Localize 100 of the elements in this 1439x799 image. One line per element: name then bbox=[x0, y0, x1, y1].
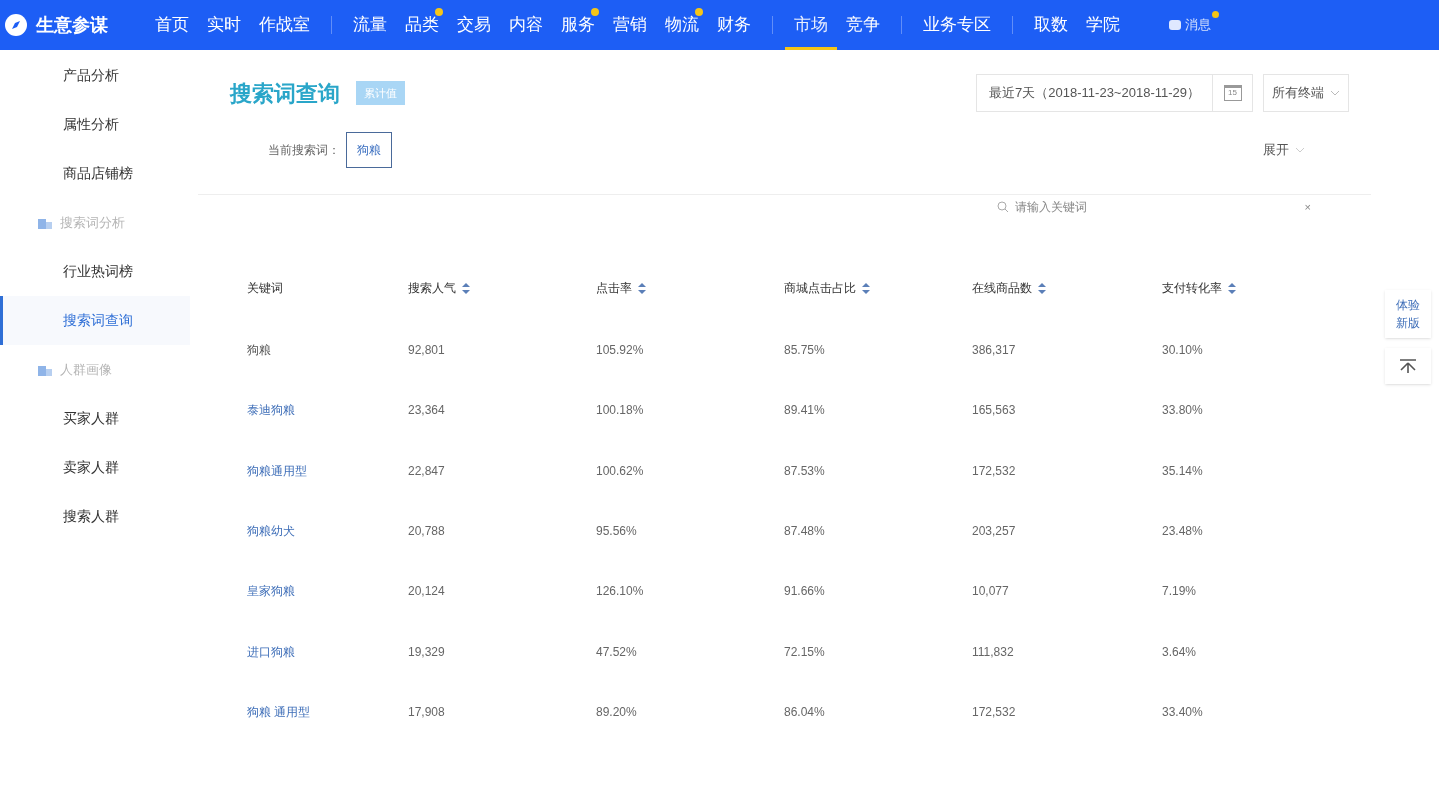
current-term-tag[interactable]: 狗粮 bbox=[346, 132, 392, 168]
terminal-dropdown[interactable]: 所有终端 bbox=[1263, 74, 1349, 112]
sort-icon[interactable] bbox=[1228, 282, 1236, 294]
nav-tab[interactable]: 财务 bbox=[708, 0, 760, 50]
brand-name[interactable]: 生意参谋 bbox=[36, 11, 108, 39]
table-cell: 33.40% bbox=[1162, 704, 1203, 719]
current-term-label: 当前搜索词： bbox=[268, 142, 340, 159]
table-cell: 172,532 bbox=[972, 463, 1016, 478]
table-cell: 3.64% bbox=[1162, 644, 1197, 659]
table-cell: 111,832 bbox=[972, 644, 1014, 659]
sidebar-section-label: 人群画像 bbox=[60, 360, 112, 379]
nav-tab[interactable]: 内容 bbox=[500, 0, 552, 50]
table-cell: 85.75% bbox=[784, 343, 825, 358]
sidebar-item[interactable]: 产品分析 bbox=[0, 51, 190, 100]
nav-tab[interactable]: 服务 bbox=[552, 0, 604, 50]
nav-tab[interactable]: 实时 bbox=[198, 0, 250, 50]
chevron-down-icon bbox=[1330, 90, 1340, 96]
table-cell: 105.92% bbox=[596, 343, 644, 358]
table-cell: 23.48% bbox=[1162, 524, 1203, 539]
back-to-top-icon[interactable] bbox=[1399, 359, 1417, 373]
column-header[interactable]: 支付转化率 bbox=[1162, 279, 1222, 297]
page-title: 搜索词查询 bbox=[230, 79, 340, 108]
table-cell: 100.18% bbox=[596, 403, 644, 418]
table-cell: 95.56% bbox=[596, 524, 637, 539]
table-cell: 19,329 bbox=[408, 644, 445, 659]
building-icon bbox=[38, 216, 52, 229]
keyword-link[interactable]: 狗粮通用型 bbox=[247, 463, 307, 478]
table-cell: 126.10% bbox=[596, 584, 644, 599]
table-cell: 72.15% bbox=[784, 644, 825, 659]
search-icon bbox=[997, 201, 1009, 213]
table-cell: 100.62% bbox=[596, 463, 644, 478]
chevron-down-icon bbox=[1295, 147, 1305, 153]
nav-tab[interactable]: 学院 bbox=[1077, 0, 1129, 50]
nav-tab[interactable]: 品类 bbox=[396, 0, 448, 50]
table-cell: 22,847 bbox=[408, 463, 445, 478]
nav-tab[interactable]: 首页 bbox=[146, 0, 198, 50]
table-cell: 92,801 bbox=[408, 343, 445, 358]
table-cell: 20,788 bbox=[408, 524, 445, 539]
nav-tab[interactable]: 营销 bbox=[604, 0, 656, 50]
column-header[interactable]: 点击率 bbox=[596, 279, 632, 297]
table-cell: 33.80% bbox=[1162, 403, 1203, 418]
nav-tab[interactable]: 流量 bbox=[344, 0, 396, 50]
nav-tab[interactable]: 竞争 bbox=[837, 0, 889, 50]
sidebar-section-label: 搜索词分析 bbox=[60, 213, 125, 232]
table-cell: 10,077 bbox=[972, 584, 1009, 599]
value-type-tag: 累计值 bbox=[356, 80, 405, 106]
sidebar-item[interactable]: 卖家人群 bbox=[0, 443, 190, 492]
sort-icon[interactable] bbox=[1038, 282, 1046, 294]
table-cell: 87.48% bbox=[784, 524, 825, 539]
nav-tab[interactable]: 物流 bbox=[656, 0, 708, 50]
nav-tab[interactable]: 取数 bbox=[1025, 0, 1077, 50]
sort-icon[interactable] bbox=[862, 282, 870, 294]
table-cell: 7.19% bbox=[1162, 584, 1197, 599]
column-header: 关键词 bbox=[247, 280, 283, 297]
building-icon bbox=[38, 363, 52, 376]
table-cell: 17,908 bbox=[408, 704, 445, 719]
sidebar-item[interactable]: 搜索词查询 bbox=[0, 296, 190, 345]
clear-button[interactable]: × bbox=[1304, 198, 1311, 216]
sidebar-item[interactable]: 行业热词榜 bbox=[0, 247, 190, 296]
keyword-link[interactable]: 皇家狗粮 bbox=[247, 584, 295, 599]
messages-link[interactable]: 消息 bbox=[1169, 15, 1211, 35]
table-cell: 89.41% bbox=[784, 403, 825, 418]
column-header[interactable]: 搜索人气 bbox=[408, 279, 456, 297]
keyword-link[interactable]: 狗粮 通用型 bbox=[247, 704, 311, 719]
table-cell: 20,124 bbox=[408, 584, 445, 599]
table-cell: 172,532 bbox=[972, 704, 1016, 719]
calendar-icon[interactable]: 15 bbox=[1223, 85, 1242, 101]
nav-tab-active[interactable]: 市场 bbox=[785, 0, 837, 50]
table-cell: 386,317 bbox=[972, 343, 1016, 358]
sidebar-item[interactable]: 商品店铺榜 bbox=[0, 149, 190, 198]
message-icon bbox=[1169, 20, 1181, 30]
table-cell: 47.52% bbox=[596, 644, 637, 659]
date-range-picker[interactable]: 最近7天（2018-11-23~2018-11-29） 15 bbox=[976, 74, 1253, 112]
compass-icon bbox=[4, 13, 28, 37]
table-cell: 30.10% bbox=[1162, 343, 1203, 358]
sidebar-item[interactable]: 属性分析 bbox=[0, 100, 190, 149]
keyword-link[interactable]: 狗粮幼犬 bbox=[247, 524, 295, 539]
table-cell: 203,257 bbox=[972, 524, 1016, 539]
sidebar-item[interactable]: 买家人群 bbox=[0, 394, 190, 443]
keyword-link[interactable]: 进口狗粮 bbox=[247, 644, 295, 659]
table-cell: 23,364 bbox=[408, 403, 445, 418]
table-cell: 狗粮 bbox=[247, 343, 271, 358]
column-header[interactable]: 商城点击占比 bbox=[784, 279, 856, 297]
keyword-link[interactable]: 泰迪狗粮 bbox=[247, 403, 295, 418]
table-cell: 165,563 bbox=[972, 403, 1016, 418]
sort-icon[interactable] bbox=[462, 282, 470, 294]
table-cell: 89.20% bbox=[596, 704, 637, 719]
nav-tab[interactable]: 交易 bbox=[448, 0, 500, 50]
column-header[interactable]: 在线商品数 bbox=[972, 279, 1032, 297]
table-cell: 35.14% bbox=[1162, 463, 1203, 478]
sort-icon[interactable] bbox=[638, 282, 646, 294]
sidebar-item[interactable]: 搜索人群 bbox=[0, 492, 190, 541]
table-cell: 87.53% bbox=[784, 463, 825, 478]
table-cell: 86.04% bbox=[784, 704, 825, 719]
search-field[interactable]: 请输入关键词 × bbox=[993, 197, 1315, 217]
try-new-version-button[interactable]: 体验新版 bbox=[1385, 290, 1431, 338]
table-cell: 91.66% bbox=[784, 584, 825, 599]
expand-toggle[interactable]: 展开 bbox=[1263, 140, 1305, 160]
nav-tab[interactable]: 作战室 bbox=[250, 0, 319, 50]
nav-tab[interactable]: 业务专区 bbox=[914, 0, 1000, 50]
